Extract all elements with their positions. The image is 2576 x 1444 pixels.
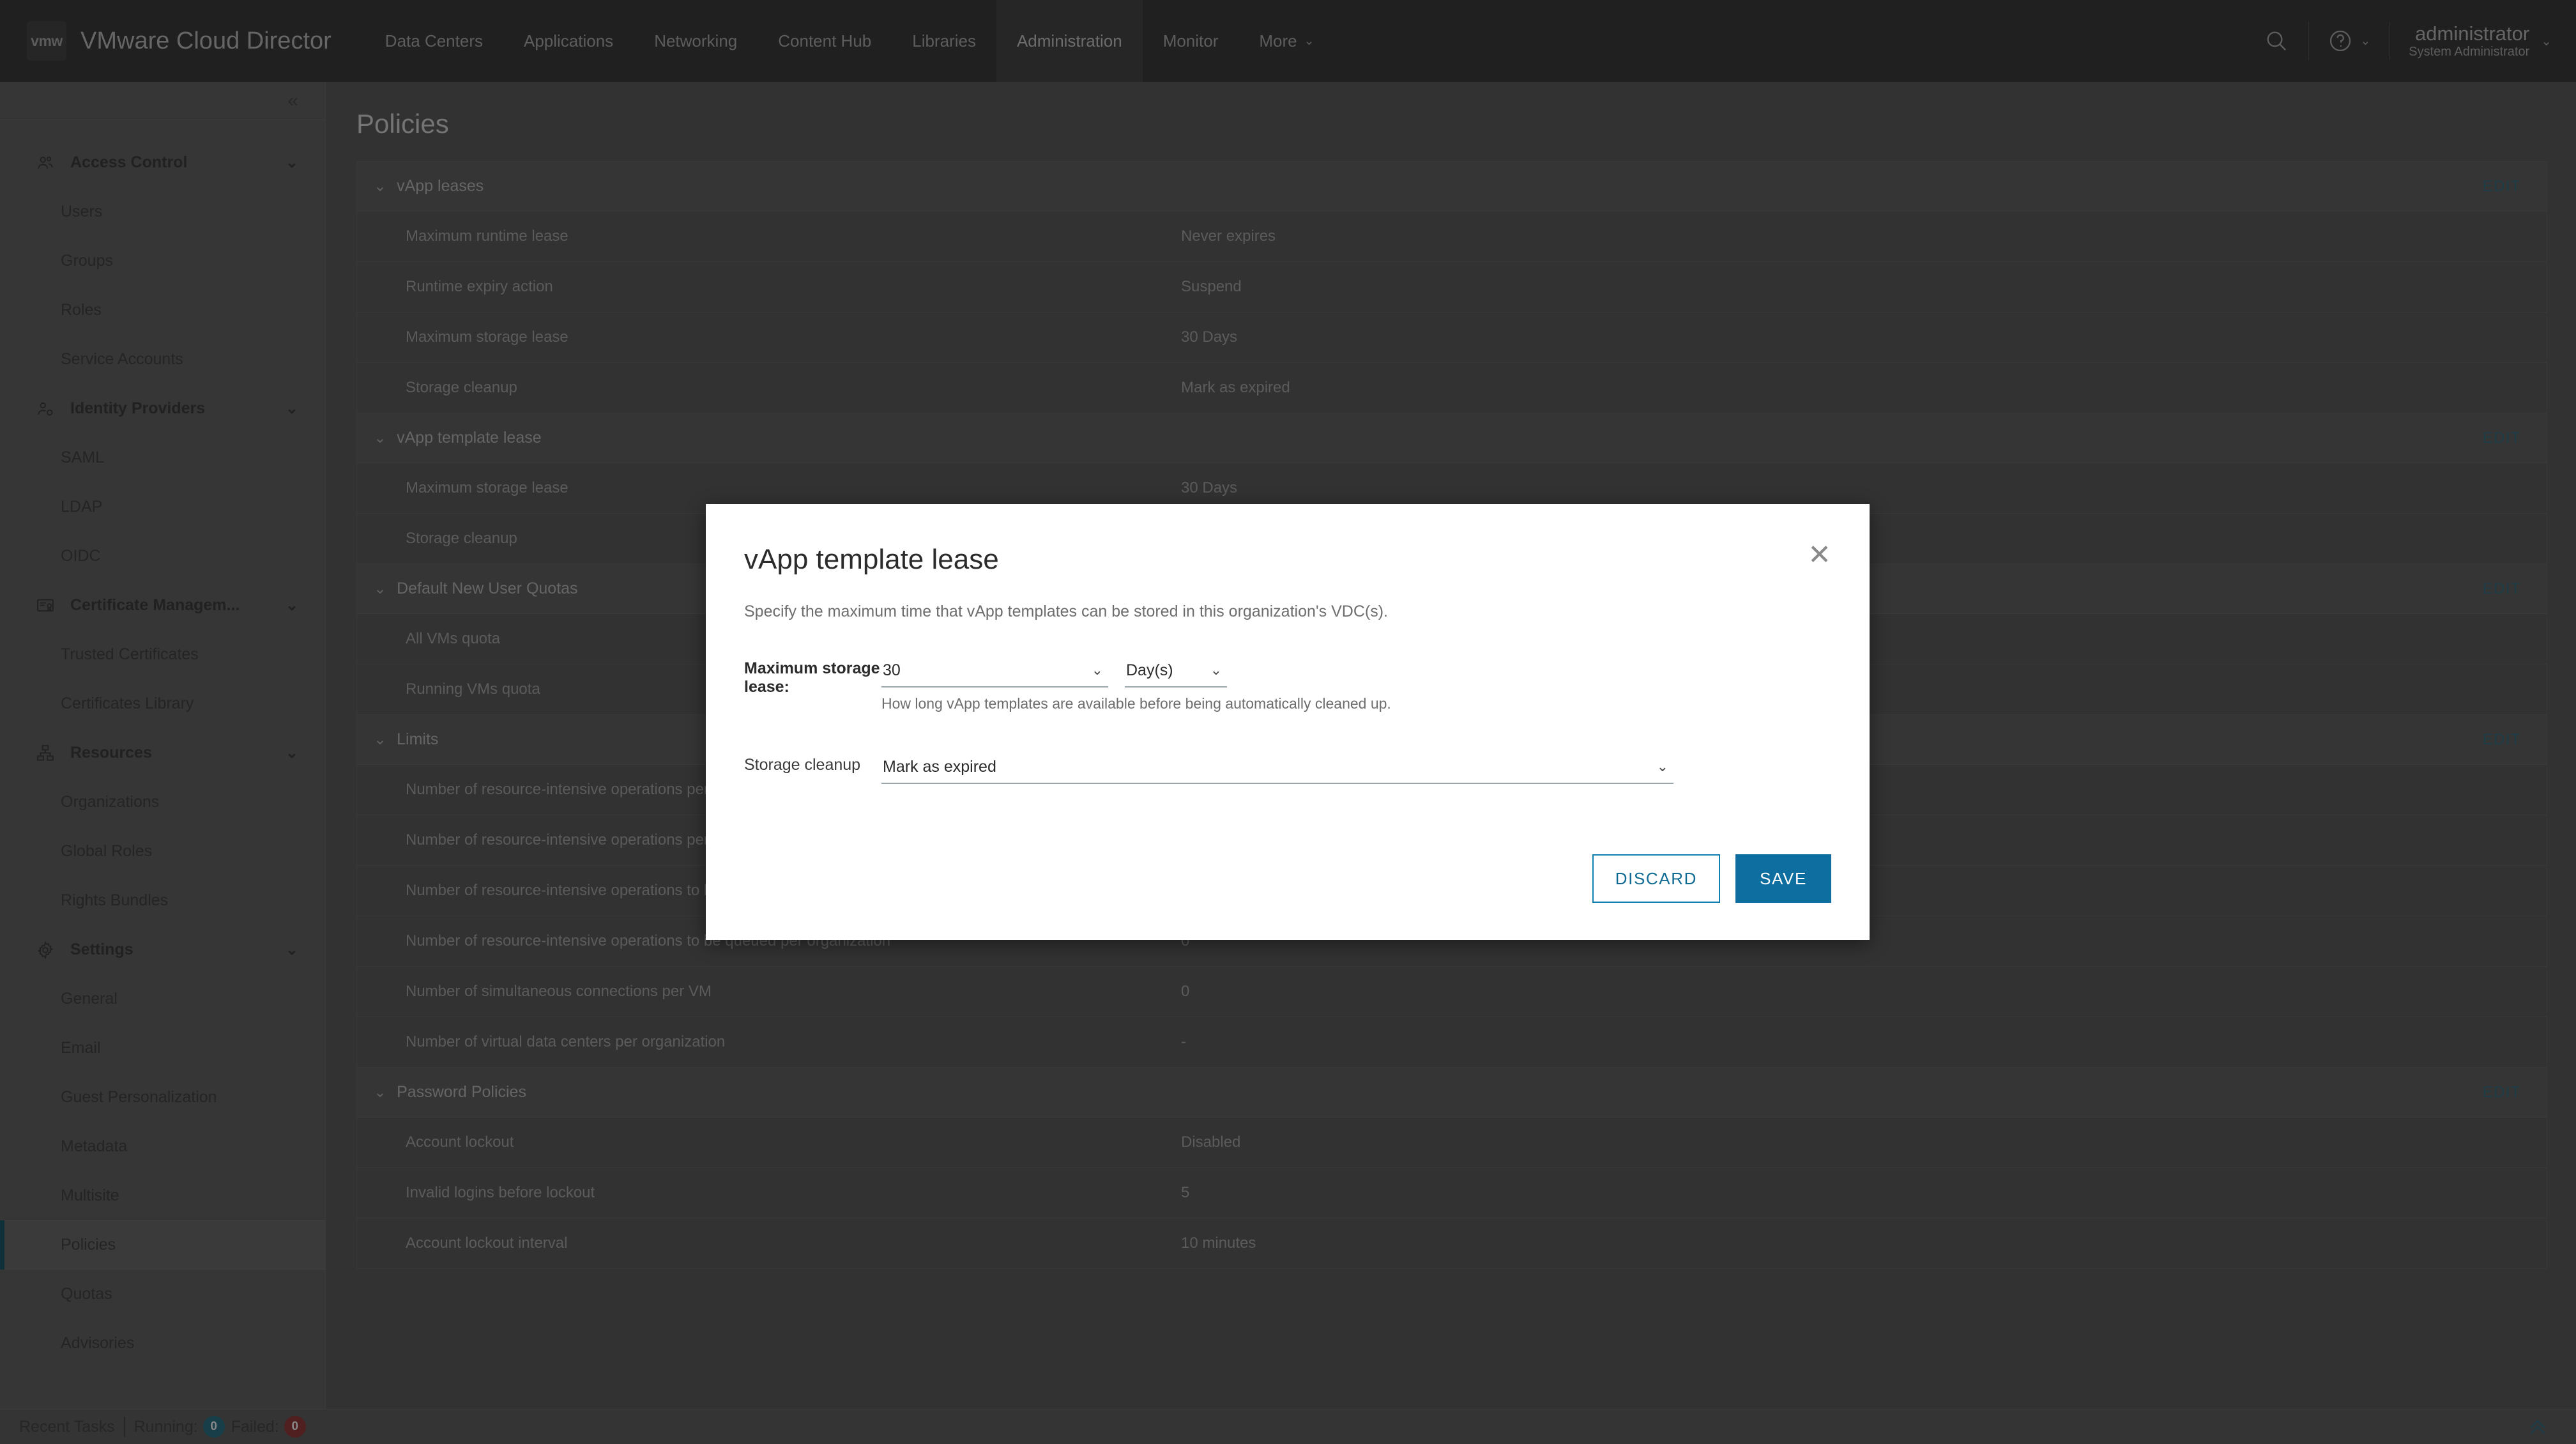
chevron-down-icon: ⌄ xyxy=(1210,662,1222,678)
discard-button[interactable]: DISCARD xyxy=(1592,854,1720,903)
storage-cleanup-row: Storage cleanup Mark as expired ⌄ xyxy=(744,751,1831,784)
max-storage-lease-unit-value: Day(s) xyxy=(1126,661,1173,679)
storage-cleanup-label: Storage cleanup xyxy=(744,756,861,774)
max-storage-lease-value: 30 xyxy=(883,661,901,679)
modal-description: Specify the maximum time that vApp templ… xyxy=(744,603,1388,620)
close-icon[interactable]: ✕ xyxy=(1808,541,1831,569)
max-storage-lease-label: Maximum storage lease: xyxy=(744,659,880,696)
storage-cleanup-select[interactable]: Mark as expired ⌄ xyxy=(881,751,1673,784)
save-button[interactable]: SAVE xyxy=(1735,854,1831,903)
modal-title: vApp template lease xyxy=(744,544,999,575)
max-storage-lease-hint: How long vApp templates are available be… xyxy=(881,695,1391,712)
chevron-down-icon: ⌄ xyxy=(1656,758,1668,774)
max-storage-lease-select[interactable]: 30 ⌄ xyxy=(881,654,1108,687)
max-storage-lease-fields: 30 ⌄ Day(s) ⌄ How long vApp templates ar… xyxy=(881,654,1391,712)
storage-cleanup-value: Mark as expired xyxy=(883,757,996,776)
modal-body: Maximum storage lease: 30 ⌄ Day(s) ⌄ How… xyxy=(706,621,1870,789)
storage-cleanup-fields: Mark as expired ⌄ xyxy=(881,751,1673,784)
max-storage-lease-unit-select[interactable]: Day(s) ⌄ xyxy=(1125,654,1227,687)
max-storage-lease-row: Maximum storage lease: 30 ⌄ Day(s) ⌄ How… xyxy=(744,654,1831,712)
modal-footer: DISCARD SAVE xyxy=(706,854,1870,940)
vapp-template-lease-modal: vApp template lease ✕ Specify the maximu… xyxy=(706,504,1870,940)
form-spacer xyxy=(744,718,1831,751)
chevron-down-icon: ⌄ xyxy=(1091,662,1103,678)
modal-header: vApp template lease ✕ xyxy=(706,504,1870,576)
